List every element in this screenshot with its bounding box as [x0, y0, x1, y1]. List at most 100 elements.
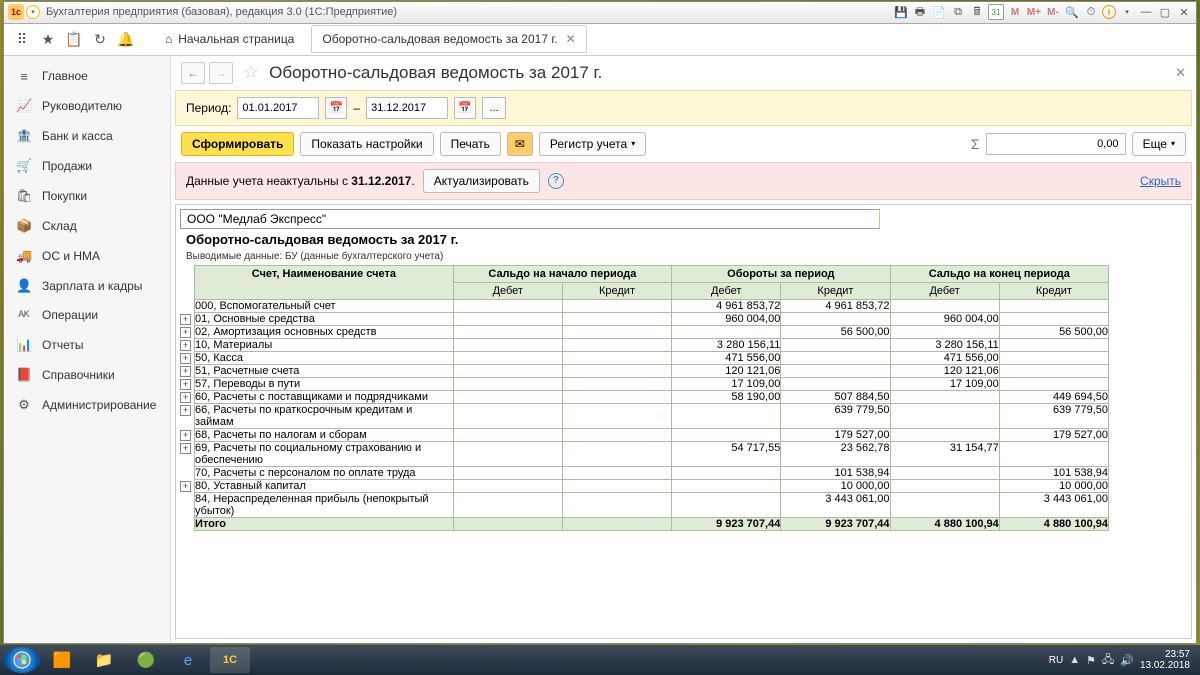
- expand-button[interactable]: +: [180, 366, 191, 377]
- table-row: 02, Амортизация основных средств56 500,0…: [195, 325, 1109, 338]
- taskbar-ie-icon[interactable]: e: [168, 647, 208, 673]
- taskbar-1c-icon[interactable]: 1C: [210, 647, 250, 673]
- taskbar-media-icon[interactable]: 🟧: [42, 647, 82, 673]
- window-maximize-icon[interactable]: ▢: [1157, 4, 1173, 20]
- tb-calc-icon[interactable]: 🖩: [969, 4, 985, 20]
- period-from-input[interactable]: [237, 97, 319, 119]
- bell-icon[interactable]: 🔔: [114, 27, 138, 51]
- help-icon[interactable]: ?: [548, 173, 564, 189]
- tray-action-icon[interactable]: ⚑: [1086, 654, 1096, 667]
- tb-doc-icon[interactable]: 📄: [931, 4, 947, 20]
- sidebar-item-0[interactable]: ≡Главное: [4, 62, 170, 91]
- expand-button[interactable]: +: [180, 405, 191, 416]
- total-row: Итого9 923 707,449 923 707,444 880 100,9…: [195, 517, 1109, 530]
- tray-lang[interactable]: RU: [1049, 655, 1063, 666]
- tb-m-minus-icon[interactable]: M-: [1045, 4, 1061, 20]
- star-icon[interactable]: ★: [36, 27, 60, 51]
- period-picker-button[interactable]: ...: [482, 97, 506, 119]
- expand-button[interactable]: +: [180, 340, 191, 351]
- expand-button[interactable]: +: [180, 379, 191, 390]
- expand-button[interactable]: +: [180, 327, 191, 338]
- cell-sb-dt: [453, 390, 562, 403]
- table-row: 69, Расчеты по социальному страхованию и…: [195, 441, 1109, 466]
- cell-se-kt: 639 779,50: [999, 403, 1108, 428]
- sidebar-item-10[interactable]: 📕Справочники: [4, 360, 170, 390]
- tb-save-icon[interactable]: 💾: [893, 4, 909, 20]
- window-minimize-icon[interactable]: —: [1138, 4, 1154, 20]
- tray-network-icon[interactable]: 🖧: [1102, 651, 1114, 670]
- report-area[interactable]: ООО "Медлаб Экспресс" Оборотно-сальдовая…: [175, 204, 1192, 639]
- tb-m-plus-icon[interactable]: M+: [1026, 4, 1042, 20]
- table-row: 70, Расчеты с персоналом по оплате труда…: [195, 466, 1109, 479]
- period-from-calendar-icon[interactable]: 📅: [325, 97, 347, 119]
- expand-button[interactable]: +: [180, 353, 191, 364]
- tb-zoom-icon[interactable]: 🔍: [1064, 4, 1080, 20]
- apps-grid-icon[interactable]: ⠿: [10, 27, 34, 51]
- hide-link[interactable]: Скрыть: [1140, 174, 1181, 188]
- start-button[interactable]: [4, 647, 40, 673]
- tray-sound-icon[interactable]: 🔊: [1120, 654, 1134, 667]
- expand-button[interactable]: +: [180, 314, 191, 325]
- sidebar-item-11[interactable]: ⚙Администрирование: [4, 390, 170, 420]
- sum-input[interactable]: [986, 133, 1126, 155]
- app-menu-dropdown[interactable]: ▾: [26, 5, 40, 19]
- cell-to-dt: 4 961 853,72: [672, 299, 781, 312]
- favorite-star-icon[interactable]: ☆: [243, 62, 259, 83]
- sidebar-item-2[interactable]: 🏦Банк и касса: [4, 121, 170, 151]
- tb-compare-icon[interactable]: ⧉: [950, 4, 966, 20]
- show-settings-button[interactable]: Показать настройки: [300, 132, 433, 156]
- cell-se-dt: 960 004,00: [890, 312, 999, 325]
- tb-info-icon[interactable]: i: [1102, 5, 1116, 19]
- tb-print-icon[interactable]: 🖶: [912, 4, 928, 20]
- expand-button[interactable]: +: [180, 481, 191, 492]
- tab-close-icon[interactable]: ✕: [566, 32, 576, 46]
- sidebar-item-9[interactable]: 📊Отчеты: [4, 330, 170, 360]
- nav-forward-button[interactable]: →: [209, 62, 233, 84]
- report-title: Оборотно-сальдовая ведомость за 2017 г.: [180, 229, 1173, 250]
- register-button[interactable]: Регистр учета ▾: [539, 132, 646, 156]
- cell-to-kt: [781, 338, 890, 351]
- report-tab[interactable]: Оборотно-сальдовая ведомость за 2017 г. …: [311, 25, 586, 53]
- expand-button[interactable]: +: [180, 430, 191, 441]
- tb-dd-icon[interactable]: ▾: [1119, 4, 1135, 20]
- nav-back-button[interactable]: ←: [181, 62, 205, 84]
- mail-button[interactable]: ✉: [507, 132, 533, 156]
- sidebar-item-8[interactable]: ᴬᴷОперации: [4, 301, 170, 330]
- expand-button[interactable]: +: [180, 443, 191, 454]
- tb-m-icon[interactable]: M: [1007, 4, 1023, 20]
- cell-acct: 70, Расчеты с персоналом по оплате труда: [195, 466, 454, 479]
- expand-button[interactable]: +: [180, 392, 191, 403]
- home-tab[interactable]: ⌂ Начальная страница: [154, 27, 305, 51]
- cell-to-dt: 960 004,00: [672, 312, 781, 325]
- sidebar-item-6[interactable]: 🚚ОС и НМА: [4, 241, 170, 271]
- history-icon[interactable]: ↻: [88, 27, 112, 51]
- tray-clock[interactable]: 23:57 13.02.2018: [1140, 649, 1190, 671]
- print-button[interactable]: Печать: [440, 132, 501, 156]
- window-close-icon[interactable]: ✕: [1176, 4, 1192, 20]
- page-close-icon[interactable]: ✕: [1175, 65, 1186, 81]
- cell-se-dt: 3 280 156,11: [890, 338, 999, 351]
- sidebar-item-4[interactable]: 🛍Покупки: [4, 181, 170, 211]
- generate-button[interactable]: Сформировать: [181, 132, 294, 156]
- tb-calendar-icon[interactable]: 31: [988, 4, 1004, 20]
- cell-to-kt: [781, 312, 890, 325]
- clipboard-icon[interactable]: 📋: [62, 27, 86, 51]
- tb-clock-icon[interactable]: ⏱: [1083, 4, 1099, 20]
- cell-acct: 000, Вспомогательный счет: [195, 299, 454, 312]
- taskbar-explorer-icon[interactable]: 📁: [84, 647, 124, 673]
- col-account: Счет, Наименование счета: [195, 265, 454, 299]
- period-to-input[interactable]: [366, 97, 448, 119]
- cell-sb-kt: [562, 351, 671, 364]
- sidebar-item-1[interactable]: 📈Руководителю: [4, 91, 170, 121]
- cell-to-dt: 3 280 156,11: [672, 338, 781, 351]
- update-button[interactable]: Актуализировать: [423, 169, 540, 193]
- taskbar-chrome-icon[interactable]: 🟢: [126, 647, 166, 673]
- period-to-calendar-icon[interactable]: 📅: [454, 97, 476, 119]
- more-button[interactable]: Еще ▾: [1132, 132, 1186, 156]
- sidebar-label: Операции: [42, 308, 98, 322]
- sidebar-item-3[interactable]: 🛒Продажи: [4, 151, 170, 181]
- tray-flag-icon[interactable]: ▲: [1069, 654, 1080, 666]
- cell-sb-kt: [562, 338, 671, 351]
- sidebar-item-5[interactable]: 📦Склад: [4, 211, 170, 241]
- sidebar-item-7[interactable]: 👤Зарплата и кадры: [4, 271, 170, 301]
